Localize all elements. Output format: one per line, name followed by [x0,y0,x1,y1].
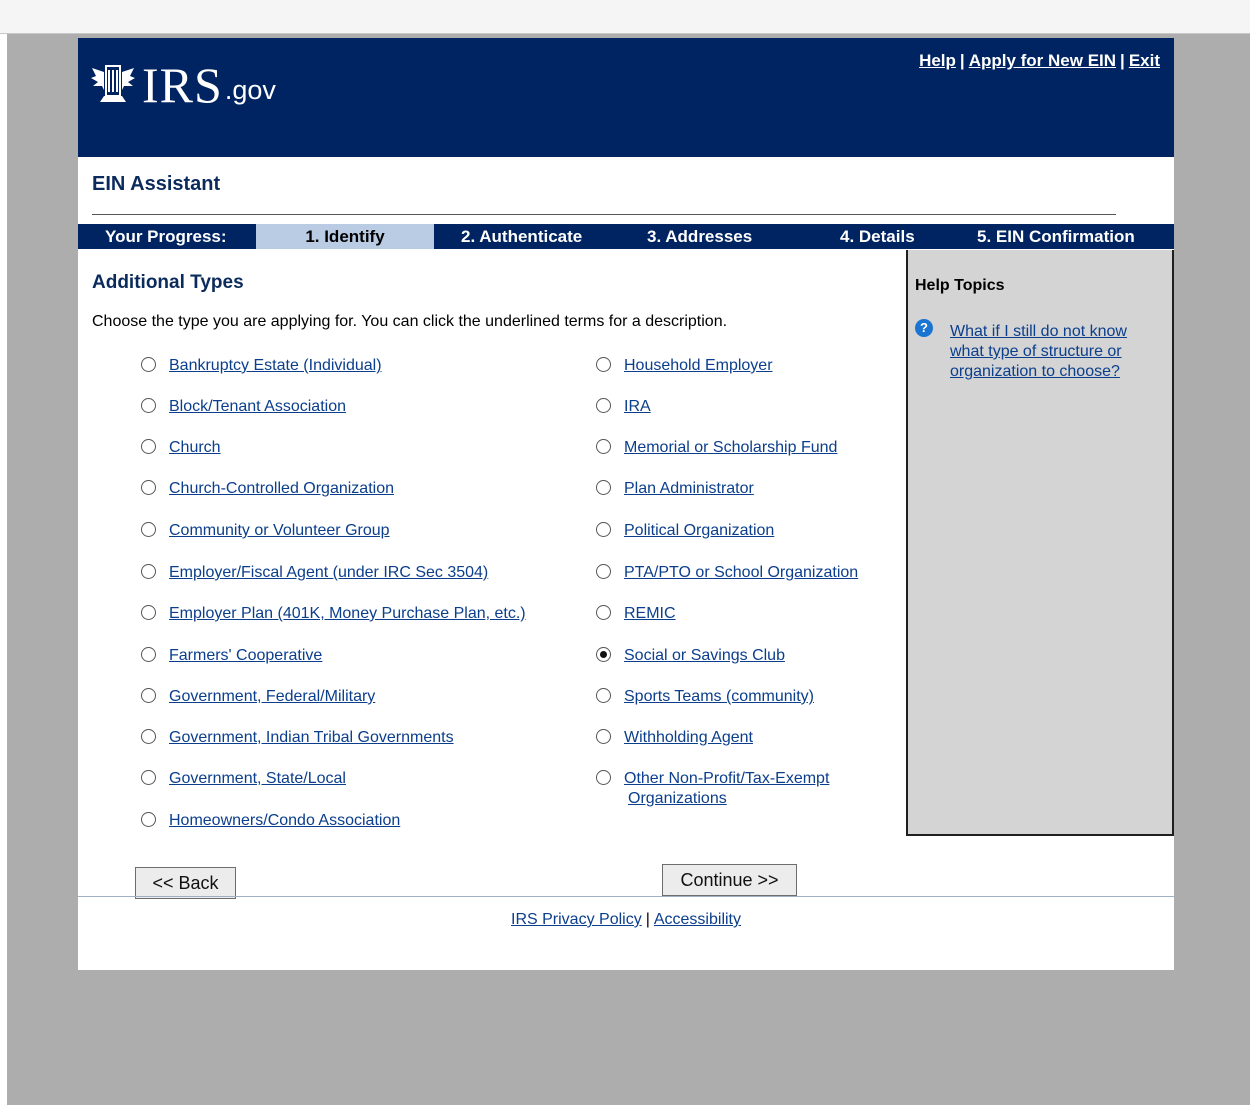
radio-button[interactable] [596,398,611,413]
link-separator: | [959,51,965,70]
irs-header: IRS .gov Help | Apply for New EIN | Exit [78,38,1174,157]
radio-button[interactable] [141,357,156,372]
progress-step-details: 4. Details [840,227,915,246]
question-circle-icon: ? [915,319,933,337]
radio-button[interactable] [141,564,156,579]
progress-step-authenticate: 2. Authenticate [461,227,583,246]
page-container: IRS .gov Help | Apply for New EIN | Exit EIN… [78,38,1174,970]
radio-button[interactable] [596,439,611,454]
apply-new-ein-link[interactable]: Apply for New EIN [969,51,1116,70]
browser-top-band [0,0,1250,34]
radio-button[interactable] [141,729,156,744]
radio-button[interactable] [141,770,156,785]
radio-button[interactable] [596,357,611,372]
accessibility-link[interactable]: Accessibility [654,911,741,928]
radio-button[interactable] [141,480,156,495]
radio-button[interactable] [596,729,611,744]
intro-text: Choose the type you are applying for. Yo… [92,313,728,330]
option-link[interactable]: Bankruptcy Estate (Individual) [169,356,382,376]
option-link[interactable]: Memorial or Scholarship Fund [624,438,837,458]
progress-bar: Your Progress: 1. Identify 2. Authentica… [78,224,1174,249]
option-link[interactable]: PTA/PTO or School Organization [624,563,858,583]
option-link[interactable]: Withholding Agent [624,728,753,748]
option-link-line2[interactable]: Organizations [628,789,727,809]
option-link[interactable]: Church-Controlled Organization [169,479,394,499]
help-link[interactable]: Help [919,51,956,70]
radio-button[interactable] [141,439,156,454]
radio-button[interactable] [596,480,611,495]
radio-button[interactable] [141,605,156,620]
logo-gov-text: .gov [224,75,276,105]
option-link[interactable]: Farmers' Cooperative [169,646,322,666]
option-link[interactable]: Sports Teams (community) [624,687,814,707]
irs-logo[interactable]: IRS .gov [90,60,276,110]
footer-divider [78,896,1174,897]
exit-link[interactable]: Exit [1129,51,1160,70]
back-button[interactable]: << Back [135,867,236,899]
radio-button[interactable] [141,647,156,662]
radio-button[interactable] [141,398,156,413]
progress-step-ein-confirmation: 5. EIN Confirmation [977,227,1135,246]
option-link[interactable]: Social or Savings Club [624,646,785,666]
radio-button[interactable] [596,688,611,703]
link-separator: | [1120,51,1125,70]
progress-step-addresses: 3. Addresses [647,227,753,246]
radio-button[interactable] [141,522,156,537]
help-title: Help Topics [915,277,1005,294]
option-link[interactable]: Employer Plan (401K, Money Purchase Plan… [169,604,526,624]
option-link[interactable]: Church [169,438,221,458]
help-topic-link[interactable]: What if I still do not know what type of… [950,322,1160,382]
option-link[interactable]: Household Employer [624,356,773,376]
section-title: Additional Types [92,272,244,293]
option-link[interactable]: Block/Tenant Association [169,397,346,417]
radio-button[interactable] [596,522,611,537]
option-link[interactable]: IRA [624,397,651,417]
option-link[interactable]: Employer/Fiscal Agent (under IRC Sec 350… [169,563,488,583]
option-link[interactable]: Political Organization [624,521,774,541]
progress-step-identify: 1. Identify [256,224,434,249]
option-link[interactable]: Government, State/Local [169,769,346,789]
irs-eagle-icon [91,65,135,102]
title-divider [92,214,1116,215]
radio-button[interactable] [596,605,611,620]
privacy-policy-link[interactable]: IRS Privacy Policy [511,911,642,928]
option-link[interactable]: Homeowners/Condo Association [169,811,400,831]
continue-button[interactable]: Continue >> [662,864,797,896]
logo-irs-text: IRS [142,57,223,113]
option-link[interactable]: Other Non-Profit/Tax-Exempt [624,769,829,789]
radio-button[interactable] [141,688,156,703]
radio-button[interactable] [596,770,611,785]
help-panel: Help Topics ? What if I still do not kno… [906,250,1174,836]
option-link[interactable]: REMIC [624,604,676,624]
radio-button[interactable] [141,812,156,827]
footer: IRS Privacy Policy | Accessibility [78,911,1174,929]
progress-label: Your Progress: [105,227,227,246]
option-link[interactable]: Government, Indian Tribal Governments [169,728,454,748]
footer-separator: | [645,911,650,928]
option-link[interactable]: Community or Volunteer Group [169,521,390,541]
app-title: EIN Assistant [92,173,221,195]
option-link[interactable]: Government, Federal/Military [169,687,375,707]
header-links: Help | Apply for New EIN | Exit [919,51,1160,71]
radio-button[interactable] [596,564,611,579]
radio-button-selected[interactable] [596,647,611,662]
option-link[interactable]: Plan Administrator [624,479,754,499]
